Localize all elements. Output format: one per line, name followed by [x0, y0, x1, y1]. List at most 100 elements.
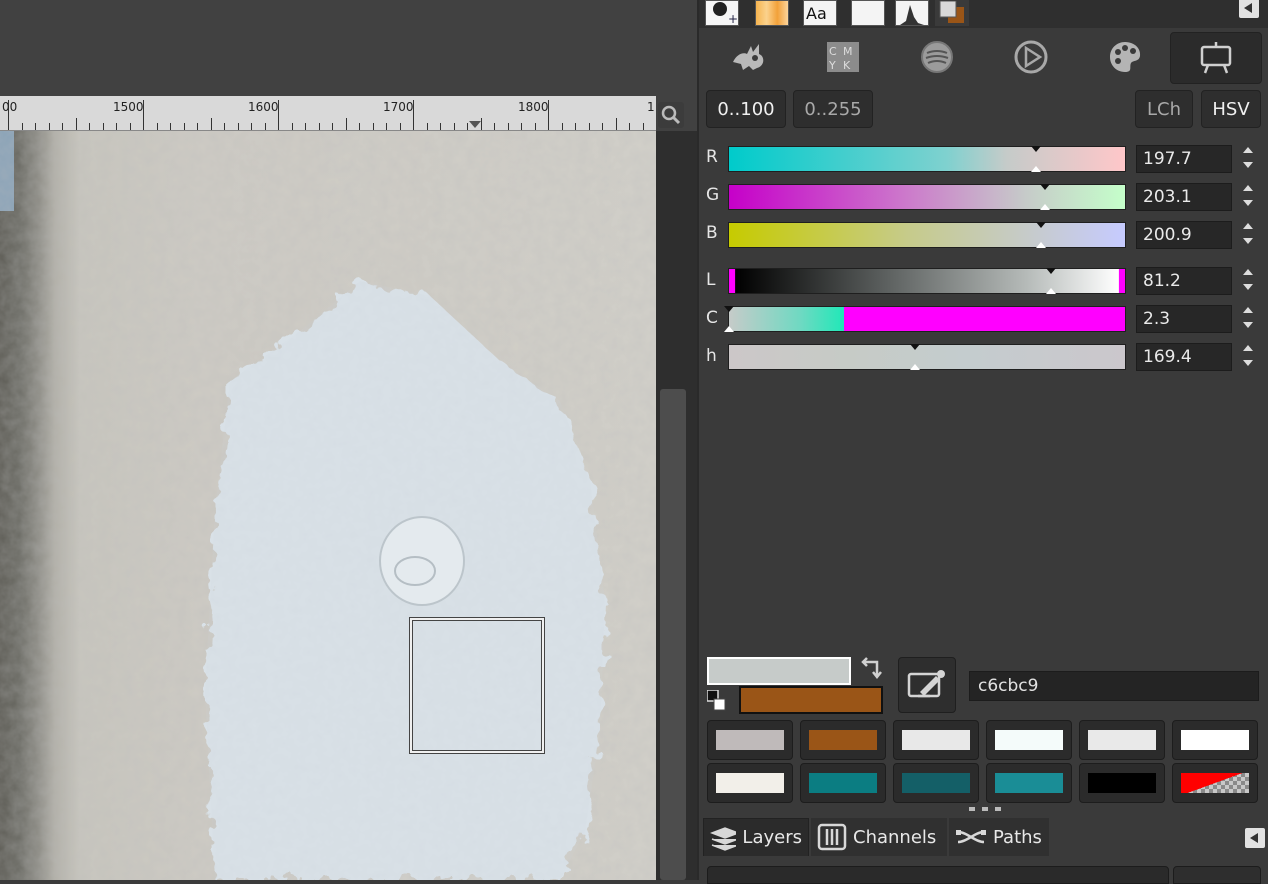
slider-marker — [1031, 166, 1041, 172]
history-swatch[interactable] — [707, 763, 793, 803]
red-value-field[interactable]: 197.7 — [1136, 145, 1232, 173]
chroma-slider[interactable] — [724, 306, 1126, 332]
tab-fonts[interactable]: Aa — [803, 0, 837, 26]
fg-bg-color-icon — [939, 0, 964, 23]
wheel-selector-button[interactable] — [986, 32, 1076, 82]
hue-spin-buttons[interactable] — [1236, 341, 1260, 371]
history-swatch[interactable] — [1079, 720, 1165, 760]
green-spin-buttons[interactable] — [1236, 181, 1260, 211]
ruler-tick — [332, 123, 333, 130]
range-0-100-button[interactable]: 0..100 — [706, 90, 786, 128]
chroma-spin-buttons[interactable] — [1236, 303, 1260, 333]
red-spin-buttons[interactable] — [1236, 143, 1260, 173]
history-swatch[interactable] — [800, 720, 886, 760]
tab-channels[interactable]: Channels — [811, 818, 947, 856]
dock-menu-button[interactable] — [1245, 828, 1265, 848]
history-swatch[interactable] — [707, 720, 793, 760]
history-color — [995, 730, 1063, 750]
increment-arrow-icon[interactable] — [1243, 223, 1253, 229]
selection-rectangle[interactable] — [409, 617, 545, 754]
image-canvas[interactable] — [0, 131, 656, 880]
watercolor-selector-button[interactable] — [892, 32, 982, 82]
pane-resize-grip[interactable] — [967, 806, 1003, 812]
tab-channels-label: Channels — [853, 826, 937, 848]
increment-arrow-icon[interactable] — [1243, 345, 1253, 351]
increment-arrow-icon[interactable] — [1243, 147, 1253, 153]
range-0-255-button[interactable]: 0..255 — [793, 90, 873, 128]
history-swatch[interactable] — [986, 720, 1072, 760]
lightness-spin-buttons[interactable] — [1236, 265, 1260, 295]
blue-slider[interactable] — [728, 222, 1126, 248]
increment-arrow-icon[interactable] — [1243, 307, 1253, 313]
decrement-arrow-icon[interactable] — [1243, 162, 1253, 168]
color-selector-tabs: C M Y K — [704, 32, 1264, 84]
history-swatch[interactable] — [893, 720, 979, 760]
white-paint-patch — [205, 281, 605, 880]
tab-colors[interactable] — [935, 0, 969, 26]
layer-mode-button[interactable] — [1173, 866, 1261, 884]
green-value-field[interactable]: 203.1 — [1136, 183, 1232, 211]
tab-histogram[interactable] — [895, 0, 929, 26]
svg-text:M: M — [843, 45, 853, 58]
tab-patterns[interactable] — [755, 0, 789, 26]
horizontal-ruler[interactable]: 00 1500 1600 1700 1800 1 — [0, 96, 656, 131]
history-swatch[interactable] — [1079, 763, 1165, 803]
lch-model-button[interactable]: LCh — [1135, 90, 1193, 128]
tab-brushes[interactable]: + — [705, 0, 739, 26]
hue-value-field[interactable]: 169.4 — [1136, 343, 1232, 371]
foreground-color-swatch[interactable] — [707, 657, 851, 685]
layer-mode-field[interactable] — [707, 866, 1169, 884]
lightness-slider[interactable] — [728, 268, 1126, 294]
history-swatch[interactable] — [1172, 720, 1258, 760]
ruler-tick — [521, 123, 522, 130]
scrollbar-thumb[interactable] — [660, 389, 686, 880]
ruler-label: 1500 — [113, 100, 144, 114]
decrement-arrow-icon[interactable] — [1243, 200, 1253, 206]
ruler-tick — [157, 123, 158, 130]
hue-slider[interactable] — [728, 344, 1126, 370]
lightness-value-field[interactable]: 81.2 — [1136, 267, 1232, 295]
history-swatch[interactable] — [986, 763, 1072, 803]
tab-document-history[interactable] — [851, 0, 885, 26]
tab-paths[interactable]: Paths — [949, 818, 1049, 856]
history-swatch[interactable] — [1172, 763, 1258, 803]
colors-dock: + Aa C M Y K 0..100 0..255 LCh HSV R 197… — [697, 0, 1268, 884]
channel-label-h: h — [706, 346, 717, 366]
decrement-arrow-icon[interactable] — [1243, 284, 1253, 290]
hsv-model-button[interactable]: HSV — [1201, 90, 1261, 128]
history-swatch[interactable] — [893, 763, 979, 803]
vertical-scrollbar[interactable] — [656, 131, 697, 880]
scales-selector-button[interactable] — [1170, 32, 1262, 84]
green-slider[interactable] — [728, 184, 1126, 210]
canvas-area: 00 1500 1600 1700 1800 1 — [0, 0, 697, 880]
increment-arrow-icon[interactable] — [1243, 185, 1253, 191]
swap-colors-icon[interactable] — [859, 656, 885, 680]
red-slider[interactable] — [728, 146, 1126, 172]
gimp-selector-button[interactable] — [704, 32, 794, 82]
zoom-toggle-button[interactable] — [658, 102, 684, 128]
hex-color-input[interactable]: c6cbc9 — [969, 671, 1259, 701]
tab-layers[interactable]: Layers — [703, 818, 809, 856]
decrement-arrow-icon[interactable] — [1243, 238, 1253, 244]
blue-spin-buttons[interactable] — [1236, 219, 1260, 249]
ruler-tick — [22, 123, 23, 130]
chroma-value-field[interactable]: 2.3 — [1136, 305, 1232, 333]
default-colors-icon[interactable] — [707, 690, 727, 714]
decrement-arrow-icon[interactable] — [1243, 360, 1253, 366]
channel-label-c: C — [706, 308, 718, 328]
increment-arrow-icon[interactable] — [1243, 269, 1253, 275]
font-icon: Aa — [806, 4, 827, 23]
background-color-swatch[interactable] — [739, 686, 883, 714]
palette-selector-button[interactable] — [1080, 32, 1170, 82]
ruler-tick — [224, 123, 225, 130]
history-swatch[interactable] — [800, 763, 886, 803]
decrement-arrow-icon[interactable] — [1243, 322, 1253, 328]
blue-value-field[interactable]: 200.9 — [1136, 221, 1232, 249]
cmyk-selector-button[interactable]: C M Y K — [798, 32, 888, 82]
ruler-tick — [373, 123, 374, 130]
ruler-label: 1 — [647, 100, 655, 114]
tab-layers-label: Layers — [742, 827, 802, 848]
ruler-tick — [130, 123, 131, 130]
dock-menu-button[interactable] — [1239, 0, 1259, 18]
color-picker-button[interactable] — [898, 657, 956, 713]
